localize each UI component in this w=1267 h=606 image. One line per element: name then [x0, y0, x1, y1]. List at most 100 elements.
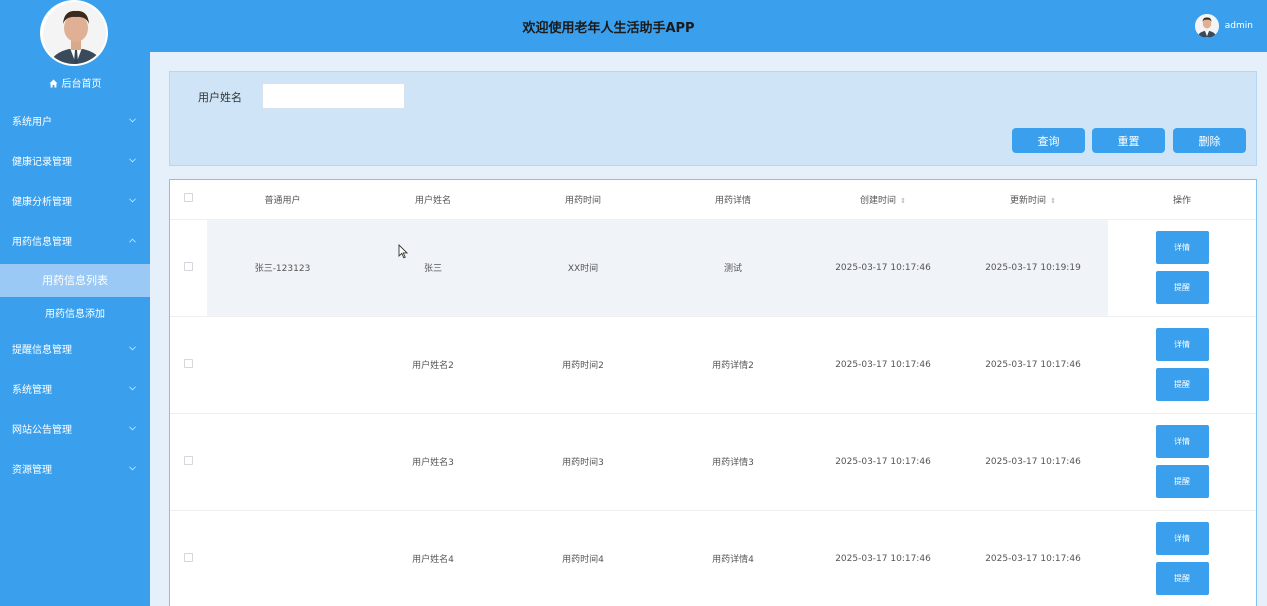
col-header-sortable[interactable]: 更新时间 ⇕: [958, 180, 1108, 220]
sidebar-item-medication[interactable]: 用药信息管理: [0, 223, 150, 263]
col-header-label: 更新时间: [1010, 195, 1047, 206]
row-select-cell: [170, 510, 207, 606]
cell-time: XX时间: [508, 219, 658, 317]
profile-avatar: [40, 0, 108, 66]
sidebar-item-label: 提醒信息管理: [12, 345, 72, 356]
chevron-down-icon: [129, 426, 136, 431]
cell-created: 2025-03-17 10:17:46: [808, 510, 958, 606]
sidebar-item-label: 网站公告管理: [12, 425, 72, 436]
col-header: 普通用户: [207, 180, 358, 220]
cell-actions: 详情 提醒: [1108, 316, 1256, 414]
mouse-cursor-icon: [398, 244, 408, 259]
user-avatar: [1194, 14, 1219, 38]
sidebar-item-reminders[interactable]: 提醒信息管理: [0, 331, 150, 371]
row-select-cell: [170, 219, 207, 317]
user-menu[interactable]: admin: [1194, 12, 1253, 40]
cell-created: 2025-03-17 10:17:46: [808, 316, 958, 414]
table-row[interactable]: 张三-123123 张三 XX时间 测试 2025-03-17 10:17:46…: [170, 219, 1256, 317]
cell-updated: 2025-03-17 10:17:46: [958, 413, 1108, 511]
sidebar-item-health-analysis[interactable]: 健康分析管理: [0, 183, 150, 223]
sidebar-home[interactable]: 后台首页: [0, 78, 150, 93]
cell-user: [207, 413, 358, 511]
row-checkbox[interactable]: [184, 552, 193, 562]
main-content: 用户姓名 查询 重置 删除 普通用户 用户姓名 用药时间 用药详情 创建时间 ⇕ …: [150, 52, 1267, 606]
row-checkbox[interactable]: [184, 261, 193, 271]
table-row[interactable]: 用户姓名4 用药时间4 用药详情4 2025-03-17 10:17:46 20…: [170, 510, 1256, 606]
search-label: 用户姓名: [198, 91, 242, 104]
sidebar-subitem-label: 用药信息添加: [45, 309, 105, 320]
row-checkbox[interactable]: [184, 455, 193, 465]
chevron-down-icon: [129, 118, 136, 123]
cell-time: 用药时间2: [508, 316, 658, 414]
chevron-down-icon: [129, 466, 136, 471]
sidebar-item-announcements[interactable]: 网站公告管理: [0, 411, 150, 451]
row-detail-button[interactable]: 详情: [1155, 425, 1209, 458]
cell-actions: 详情 提醒: [1108, 219, 1256, 317]
sidebar-item-label: 资源管理: [12, 465, 52, 476]
chevron-up-icon: [129, 238, 136, 243]
data-table: 普通用户 用户姓名 用药时间 用药详情 创建时间 ⇕ 更新时间 ⇕ 操作 张三-12…: [169, 179, 1257, 606]
chevron-down-icon: [129, 346, 136, 351]
delete-button[interactable]: 删除: [1173, 128, 1246, 153]
sort-icon[interactable]: ⇕: [1050, 197, 1056, 205]
sidebar-item-label: 健康分析管理: [12, 197, 72, 208]
col-header: 操作: [1108, 180, 1256, 220]
username-search-input[interactable]: [262, 83, 405, 109]
chevron-down-icon: [129, 386, 136, 391]
row-select-cell: [170, 316, 207, 414]
sidebar-item-label: 用药信息管理: [12, 237, 72, 248]
sidebar-item-system-management[interactable]: 系统管理: [0, 371, 150, 411]
cell-updated: 2025-03-17 10:17:46: [958, 510, 1108, 606]
table-row[interactable]: 用户姓名3 用药时间3 用药详情3 2025-03-17 10:17:46 20…: [170, 413, 1256, 511]
cell-detail: 用药详情3: [658, 413, 808, 511]
cell-name: 用户姓名3: [358, 413, 508, 511]
chevron-down-icon: [129, 158, 136, 163]
home-icon: [48, 79, 58, 93]
cell-name: 用户姓名4: [358, 510, 508, 606]
cell-name: 用户姓名2: [358, 316, 508, 414]
col-header: 用药详情: [658, 180, 808, 220]
row-detail-button[interactable]: 详情: [1155, 231, 1209, 264]
sidebar-subitem-medication-list[interactable]: 用药信息列表: [0, 264, 150, 297]
row-select-cell: [170, 413, 207, 511]
row-detail-button[interactable]: 详情: [1155, 328, 1209, 361]
row-remind-button[interactable]: 提醒: [1155, 271, 1209, 304]
col-header-sortable[interactable]: 创建时间 ⇕: [808, 180, 958, 220]
col-header: 用药时间: [508, 180, 658, 220]
cell-user: [207, 510, 358, 606]
row-detail-button[interactable]: 详情: [1155, 522, 1209, 555]
cell-detail: 用药详情4: [658, 510, 808, 606]
table-row[interactable]: 用户姓名2 用药时间2 用药详情2 2025-03-17 10:17:46 20…: [170, 316, 1256, 414]
cell-time: 用药时间3: [508, 413, 658, 511]
cell-detail: 测试: [658, 219, 808, 317]
row-remind-button[interactable]: 提醒: [1155, 465, 1209, 498]
sidebar-item-system-users[interactable]: 系统用户: [0, 103, 150, 143]
app-title: 欢迎使用老年人生活助手APP: [522, 21, 695, 36]
sidebar-subitem-medication-add[interactable]: 用药信息添加: [0, 298, 150, 331]
sort-icon[interactable]: ⇕: [900, 197, 906, 205]
col-header-label: 创建时间: [860, 195, 897, 206]
row-checkbox[interactable]: [184, 358, 193, 368]
cell-created: 2025-03-17 10:17:46: [808, 219, 958, 317]
sidebar-item-resources[interactable]: 资源管理: [0, 451, 150, 491]
cell-detail: 用药详情2: [658, 316, 808, 414]
sidebar-item-label: 健康记录管理: [12, 157, 72, 168]
cell-created: 2025-03-17 10:17:46: [808, 413, 958, 511]
cell-name: 张三: [358, 219, 508, 317]
select-all-checkbox[interactable]: [184, 193, 193, 203]
search-panel: 用户姓名 查询 重置 删除: [169, 71, 1257, 166]
sidebar-item-label: 系统管理: [12, 385, 52, 396]
row-remind-button[interactable]: 提醒: [1155, 368, 1209, 401]
row-remind-button[interactable]: 提醒: [1155, 562, 1209, 595]
query-button[interactable]: 查询: [1012, 128, 1085, 153]
sidebar-item-label: 系统用户: [12, 117, 52, 128]
cell-user: 张三-123123: [207, 219, 358, 317]
reset-button[interactable]: 重置: [1092, 128, 1165, 153]
col-header: 用户姓名: [358, 180, 508, 220]
cell-updated: 2025-03-17 10:19:19: [958, 219, 1108, 317]
cell-actions: 详情 提醒: [1108, 413, 1256, 511]
cell-time: 用药时间4: [508, 510, 658, 606]
sidebar: 后台首页 系统用户 健康记录管理 健康分析管理 用药信息管理 用药信息列表 用药…: [0, 0, 150, 606]
username: admin: [1224, 21, 1253, 31]
sidebar-item-health-records[interactable]: 健康记录管理: [0, 143, 150, 183]
